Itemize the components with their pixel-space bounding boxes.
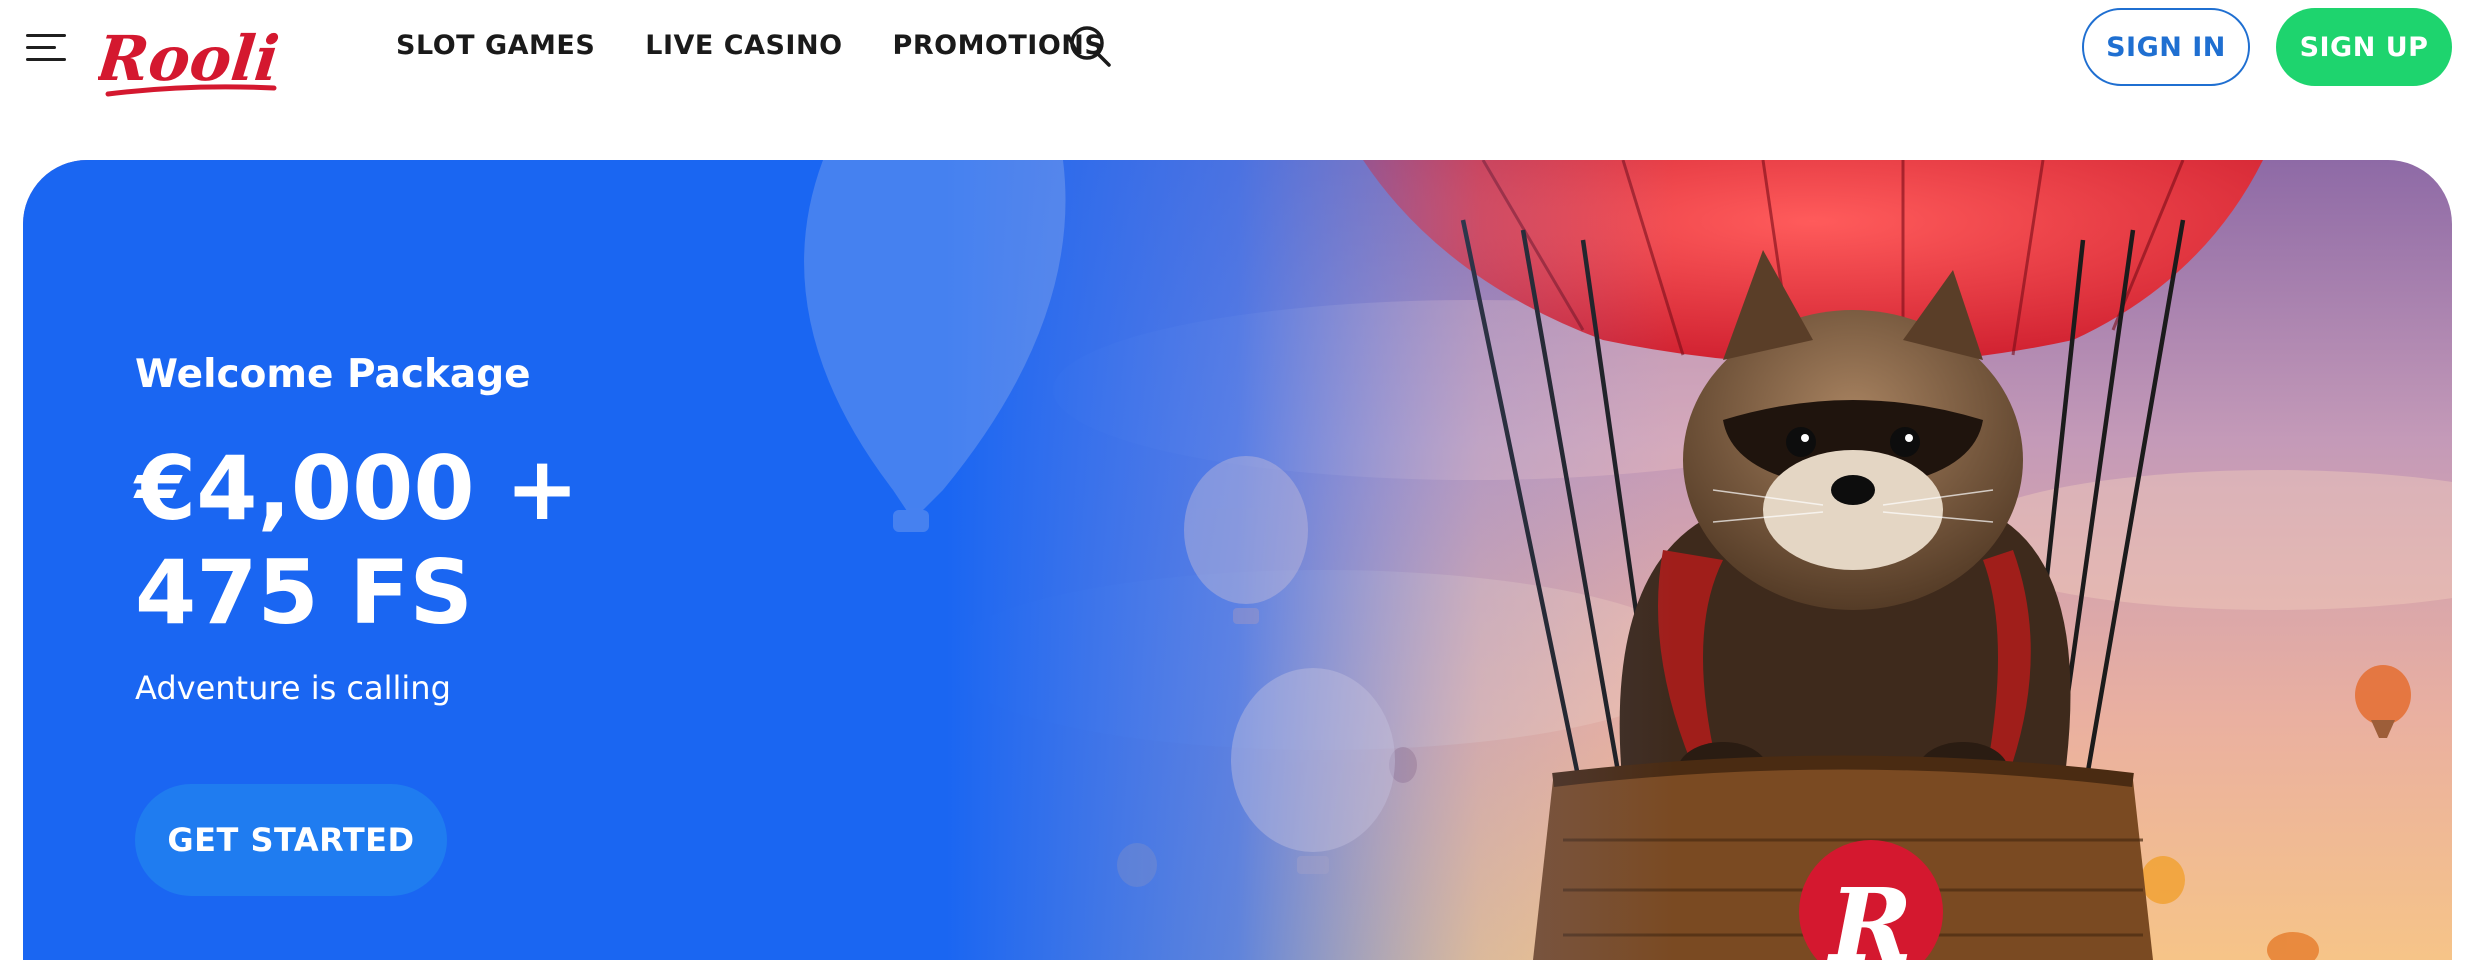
search-icon[interactable]: [1066, 22, 1114, 70]
hero-bonus-amount: €4,000 + 475 FS: [135, 437, 579, 645]
site-header: Rooli SLOT GAMES LIVE CASINO PROMOTIONS …: [0, 0, 2474, 97]
main-nav: SLOT GAMES LIVE CASINO PROMOTIONS: [396, 30, 1104, 61]
hero-amount-line2: 475 FS: [135, 541, 473, 644]
sign-in-button[interactable]: SIGN IN: [2082, 8, 2250, 86]
get-started-button[interactable]: GET STARTED: [135, 784, 447, 896]
hero-banner[interactable]: R Welcome Package €4,000 + 475 FS Advent…: [23, 160, 2452, 960]
hero-amount-line1: €4,000 +: [135, 437, 579, 540]
hero-tagline: Adventure is calling: [135, 669, 451, 707]
sign-up-button[interactable]: SIGN UP: [2276, 8, 2452, 86]
rooli-logo[interactable]: Rooli: [98, 14, 280, 104]
svg-text:Rooli: Rooli: [98, 22, 280, 95]
hamburger-menu-icon[interactable]: [24, 28, 68, 68]
hero-subtitle: Welcome Package: [135, 352, 531, 397]
hero-text-block: Welcome Package €4,000 + 475 FS Adventur…: [135, 352, 579, 707]
nav-live-casino[interactable]: LIVE CASINO: [645, 30, 842, 61]
nav-slot-games[interactable]: SLOT GAMES: [396, 30, 595, 61]
